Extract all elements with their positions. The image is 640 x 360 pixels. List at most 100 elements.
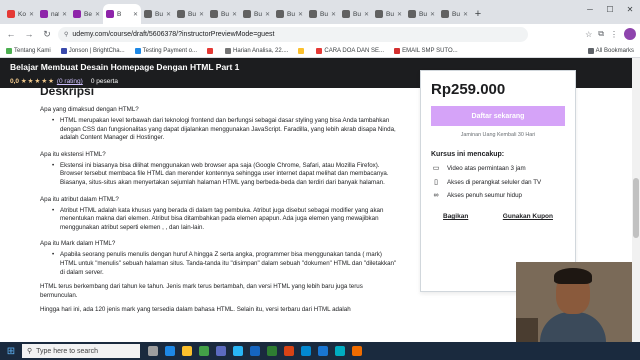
photos-icon[interactable]	[301, 346, 311, 356]
tab-favicon-icon	[7, 10, 15, 18]
browser-tab[interactable]: Buku✕	[438, 4, 471, 24]
browser-tab[interactable]: Buku✕	[240, 4, 273, 24]
share-button[interactable]: Bagikan	[443, 213, 468, 220]
browser-tab[interactable]: Kotal✕	[4, 4, 37, 24]
tab-favicon-icon	[73, 10, 81, 18]
browser-tab[interactable]: Buku✕	[339, 4, 372, 24]
bookmark-item[interactable]: Testing Payment o...	[134, 47, 197, 54]
browser-tab[interactable]: natres✕	[37, 4, 70, 24]
browser-tab[interactable]: Belaja✕	[70, 4, 103, 24]
tab-label: Kotal	[18, 10, 26, 18]
bookmark-label: CARA DOA DAN SE...	[324, 47, 385, 54]
tab-favicon-icon	[309, 10, 317, 18]
bookmark-item[interactable]: All Bookmarks	[587, 47, 634, 54]
bookmark-item[interactable]: EMAIL SMP SUTO...	[394, 47, 458, 54]
close-tab-icon[interactable]: ✕	[298, 11, 303, 18]
taskbar-search[interactable]: ⚲ Type here to search	[22, 344, 140, 358]
browser-tab[interactable]: Buku✕	[207, 4, 240, 24]
enroll-button[interactable]: Daftar sekarang	[431, 106, 565, 126]
excel-icon[interactable]	[267, 346, 277, 356]
taskbar-apps	[148, 346, 362, 356]
browser-tab[interactable]: Buku✕	[372, 4, 405, 24]
close-tab-icon[interactable]: ✕	[463, 11, 468, 18]
close-window-button[interactable]: ✕	[620, 0, 640, 18]
reload-icon[interactable]: ↻	[40, 27, 54, 41]
includes-list: ▭ Video atas permintaan 3 jam ▯ Akses di pe…	[431, 164, 565, 200]
bookmark-item[interactable]	[298, 47, 306, 54]
browser-tab[interactable]: B ✕	[103, 4, 141, 24]
bookmark-label: Tentang Kami	[14, 47, 51, 54]
site-info-icon[interactable]: ⚲	[64, 31, 68, 38]
search-icon: ⚲	[27, 348, 33, 355]
close-tab-icon[interactable]: ✕	[331, 11, 336, 18]
browser-tab[interactable]: Buku✕	[174, 4, 207, 24]
powerpoint-icon[interactable]	[284, 346, 294, 356]
close-tab-icon[interactable]: ✕	[133, 11, 138, 18]
app-icon[interactable]	[335, 346, 345, 356]
tab-label: B	[117, 10, 122, 18]
tab-favicon-icon	[342, 10, 350, 18]
page-scrollbar[interactable]	[632, 58, 640, 342]
profile-avatar[interactable]	[624, 28, 636, 40]
close-tab-icon[interactable]: ✕	[232, 11, 237, 18]
url-text: udemy.com/course/draft/5606378/?instruct…	[72, 30, 275, 38]
browser-tab[interactable]: Buku✕	[273, 4, 306, 24]
extensions-icon[interactable]: ⧉	[598, 29, 604, 39]
answer-text: Ekstensi ini biasanya bisa dilihat mengg…	[40, 162, 400, 188]
star-icon[interactable]: ☆	[585, 30, 592, 39]
close-tab-icon[interactable]: ✕	[199, 11, 204, 18]
browser-tab[interactable]: Buku✕	[405, 4, 438, 24]
new-tab-button[interactable]: +	[471, 4, 485, 24]
window-controls: ─ ☐ ✕	[580, 0, 640, 18]
mail-icon[interactable]	[233, 346, 243, 356]
bookmark-label: Harian Analisa, 22....	[233, 47, 289, 54]
word-icon[interactable]	[250, 346, 260, 356]
back-icon[interactable]: ←	[4, 27, 18, 41]
tab-favicon-icon	[210, 10, 218, 18]
bookmark-item[interactable]: CARA DOA DAN SE...	[316, 47, 385, 54]
answer-text: Apabila seorang penulis menulis dengan h…	[40, 251, 400, 277]
close-tab-icon[interactable]: ✕	[397, 11, 402, 18]
money-back-guarantee: Jaminan Uang Kembali 30 Hari	[460, 132, 536, 138]
minimize-button[interactable]: ─	[580, 0, 600, 18]
store-icon[interactable]	[216, 346, 226, 356]
tab-label: Buku	[353, 10, 361, 18]
webcam-overlay	[516, 262, 632, 342]
section-title: Deskripsi	[40, 84, 95, 98]
close-tab-icon[interactable]: ✕	[29, 11, 34, 18]
edge-icon[interactable]	[165, 346, 175, 356]
tab-strip: Kotal✕natres✕Belaja✕B✕Buku✕Buku✕Buku✕Buk…	[0, 0, 640, 24]
browser-tab[interactable]: Buku✕	[141, 4, 174, 24]
task-view-icon[interactable]	[148, 346, 158, 356]
windows-start-icon[interactable]: ⊞	[0, 342, 22, 360]
apply-coupon-button[interactable]: Gunakan Kupon	[503, 213, 553, 220]
close-tab-icon[interactable]: ✕	[62, 11, 67, 18]
bookmark-item[interactable]: Jonson | BrightCha...	[60, 47, 125, 54]
close-tab-icon[interactable]: ✕	[364, 11, 369, 18]
bookmark-item[interactable]: Harian Analisa, 22....	[225, 47, 289, 54]
app2-icon[interactable]	[352, 346, 362, 356]
browser-tab[interactable]: Buku✕	[306, 4, 339, 24]
close-tab-icon[interactable]: ✕	[166, 11, 171, 18]
close-tab-icon[interactable]: ✕	[265, 11, 270, 18]
close-tab-icon[interactable]: ✕	[430, 11, 435, 18]
answer-text: Atribut HTML adalah kata khusus yang ber…	[40, 207, 400, 233]
bookmark-label: All Bookmarks	[595, 47, 634, 54]
file-explorer-icon[interactable]	[182, 346, 192, 356]
close-tab-icon[interactable]: ✕	[95, 11, 100, 18]
bookmark-item[interactable]: Tentang Kami	[6, 47, 51, 54]
menu-icon[interactable]: ⋮	[610, 30, 618, 39]
scrollbar-thumb[interactable]	[633, 178, 639, 238]
bookmark-item[interactable]	[207, 47, 215, 54]
tab-label: Buku	[287, 10, 295, 18]
tab-label: Buku	[155, 10, 163, 18]
chrome-icon[interactable]	[199, 346, 209, 356]
tab-favicon-icon	[375, 10, 383, 18]
forward-icon[interactable]: →	[22, 27, 36, 41]
maximize-button[interactable]: ☐	[600, 0, 620, 18]
browser-toolbar: ← → ↻ ⚲ udemy.com/course/draft/5606378/?…	[0, 24, 640, 44]
address-bar[interactable]: ⚲ udemy.com/course/draft/5606378/?instru…	[58, 26, 528, 42]
bookmark-label: Testing Payment o...	[142, 47, 197, 54]
description-section: Deskripsi Apa yang dimaksud dengan HTML?…	[40, 84, 400, 315]
vscode-icon[interactable]	[318, 346, 328, 356]
